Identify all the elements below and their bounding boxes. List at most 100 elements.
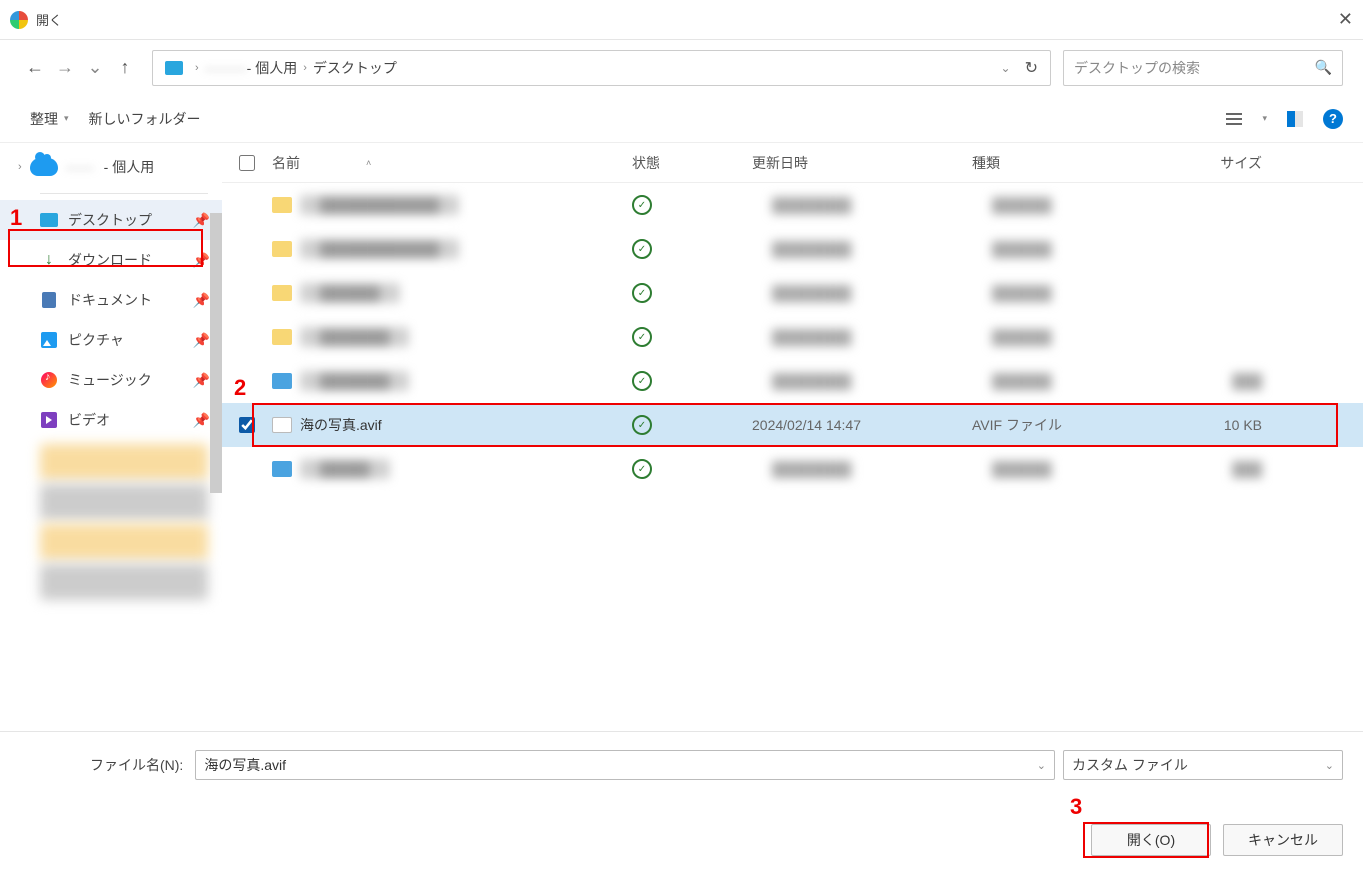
sidebar-item-videos[interactable]: ビデオ 📌 [0,400,222,440]
pin-icon[interactable]: 📌 [193,292,210,309]
sidebar-item-blurred[interactable] [40,444,208,480]
file-size: 10 KB [1162,417,1282,433]
chevron-down-icon[interactable]: ⌄ [1037,759,1046,772]
breadcrumb-part2[interactable]: デスクトップ [313,58,397,78]
column-header-state[interactable]: 状態 [632,153,752,173]
file-row-blurred[interactable]: █████████████████████ [222,315,1363,359]
pictures-icon [41,332,57,348]
sync-ok-icon [632,459,652,475]
chevron-right-icon[interactable]: › [18,161,22,173]
file-row-blurred[interactable]: ████████████████████████ [222,359,1363,403]
sync-ok-icon [632,283,652,299]
scrollbar[interactable] [210,213,222,493]
sidebar-item-documents[interactable]: ドキュメント 📌 [0,280,222,320]
search-input[interactable]: デスクトップの検索 🔍 [1063,50,1343,86]
address-bar[interactable]: › ——— - 個人用 › デスクトップ ⌄ ↻ [152,50,1051,86]
document-icon [42,292,56,308]
sidebar-item-blurred[interactable] [40,484,208,520]
column-header-date[interactable]: 更新日時 [752,153,972,173]
sync-ok-icon [632,195,652,211]
file-name: 海の写真.avif [300,415,382,435]
sidebar-item-downloads[interactable]: ↓ ダウンロード 📌 [0,240,222,280]
sidebar-item-blurred[interactable] [40,524,208,560]
select-all-checkbox[interactable] [222,155,272,171]
sidebar-top-label: - 個人用 [104,157,155,177]
sidebar-onedrive[interactable]: › —— - 個人用 [0,149,222,185]
pin-icon[interactable]: 📌 [193,412,210,429]
download-icon: ↓ [40,251,58,269]
annotation-1: 1 [10,205,22,231]
column-header-size[interactable]: サイズ [1162,153,1282,173]
folder-icon [272,329,292,345]
sidebar-item-label: ダウンロード [68,250,183,270]
organize-button[interactable]: 整理 ▾ [20,103,79,135]
file-row-blurred[interactable]: ████████████████████ [222,271,1363,315]
annotation-2: 2 [234,375,246,401]
file-icon [272,417,292,433]
breadcrumb-part1[interactable]: - 個人用 [247,58,298,78]
sidebar-item-label: ドキュメント [68,290,183,310]
app-icon [10,11,28,29]
sidebar-top-blurred: —— [66,159,96,175]
nav-back-icon[interactable]: ← [20,53,50,83]
file-icon [272,373,292,389]
list-view-icon [1226,113,1242,125]
file-list-header: 名前˄ 状態 更新日時 種類 サイズ [222,143,1363,183]
pin-icon[interactable]: 📌 [193,212,210,229]
desktop-icon [40,213,58,227]
cloud-icon [30,158,58,176]
pc-icon [165,61,183,75]
address-dropdown-icon[interactable]: ⌄ [993,61,1019,75]
folder-icon [272,197,292,213]
annotation-3: 3 [1070,794,1082,819]
filetype-select[interactable]: カスタム ファイル ⌄ [1063,750,1343,780]
close-icon[interactable]: ✕ [1338,9,1353,30]
filename-label: ファイル名(N): [20,755,183,775]
divider [40,193,208,194]
file-date: 2024/02/14 14:47 [752,417,972,433]
chevron-down-icon[interactable]: ▾ [1262,113,1267,124]
pin-icon[interactable]: 📌 [193,372,210,389]
chevron-down-icon[interactable]: ⌄ [1325,759,1334,772]
sidebar-item-pictures[interactable]: ピクチャ 📌 [0,320,222,360]
row-checkbox[interactable] [222,417,272,433]
preview-pane-icon [1287,111,1303,127]
column-header-type[interactable]: 種類 [972,153,1162,173]
chevron-down-icon: ▾ [64,113,69,124]
sidebar-item-blurred[interactable] [40,564,208,600]
nav-up-icon[interactable]: ↑ [110,53,140,83]
cancel-button[interactable]: キャンセル [1223,824,1343,856]
file-row-selected[interactable]: 海の写真.avif 2024/02/14 14:47 AVIF ファイル 10 … [222,403,1363,447]
column-header-name[interactable]: 名前˄ [272,153,632,173]
file-row-blurred[interactable]: ██████████████████████████ [222,183,1363,227]
file-row-blurred[interactable]: ██████████████████████████ [222,227,1363,271]
filename-value: 海の写真.avif [204,755,1036,775]
pin-icon[interactable]: 📌 [193,332,210,349]
music-icon [41,372,57,388]
breadcrumb-sep-icon: › [195,62,199,74]
sort-indicator-icon: ˄ [366,158,371,168]
pin-icon[interactable]: 📌 [193,252,210,269]
sidebar: › —— - 個人用 1 デスクトップ 📌 ↓ ダウンロード 📌 ドキュメント … [0,143,222,731]
sync-ok-icon [632,415,652,431]
open-button[interactable]: 開く(O) [1091,824,1211,856]
file-row-blurred[interactable]: ██████████████████████ [222,447,1363,491]
sync-ok-icon [632,327,652,343]
sidebar-item-desktop[interactable]: デスクトップ 📌 [0,200,222,240]
sidebar-item-label: ピクチャ [68,330,183,350]
sync-ok-icon [632,239,652,255]
breadcrumb-blurred: ——— [205,60,247,76]
nav-history-dropdown-icon[interactable]: ⌄ [80,53,110,83]
nav-forward-icon[interactable]: → [50,53,80,83]
view-mode-button[interactable] [1224,109,1244,129]
refresh-icon[interactable]: ↻ [1019,58,1044,78]
sidebar-item-music[interactable]: ミュージック 📌 [0,360,222,400]
preview-pane-button[interactable] [1285,109,1305,129]
sync-ok-icon [632,371,652,387]
help-icon[interactable]: ? [1323,109,1343,129]
filetype-value: カスタム ファイル [1072,755,1325,775]
search-icon: 🔍 [1315,59,1332,76]
new-folder-button[interactable]: 新しいフォルダー [79,103,211,135]
filename-input[interactable]: 海の写真.avif ⌄ [195,750,1055,780]
file-icon [272,461,292,477]
